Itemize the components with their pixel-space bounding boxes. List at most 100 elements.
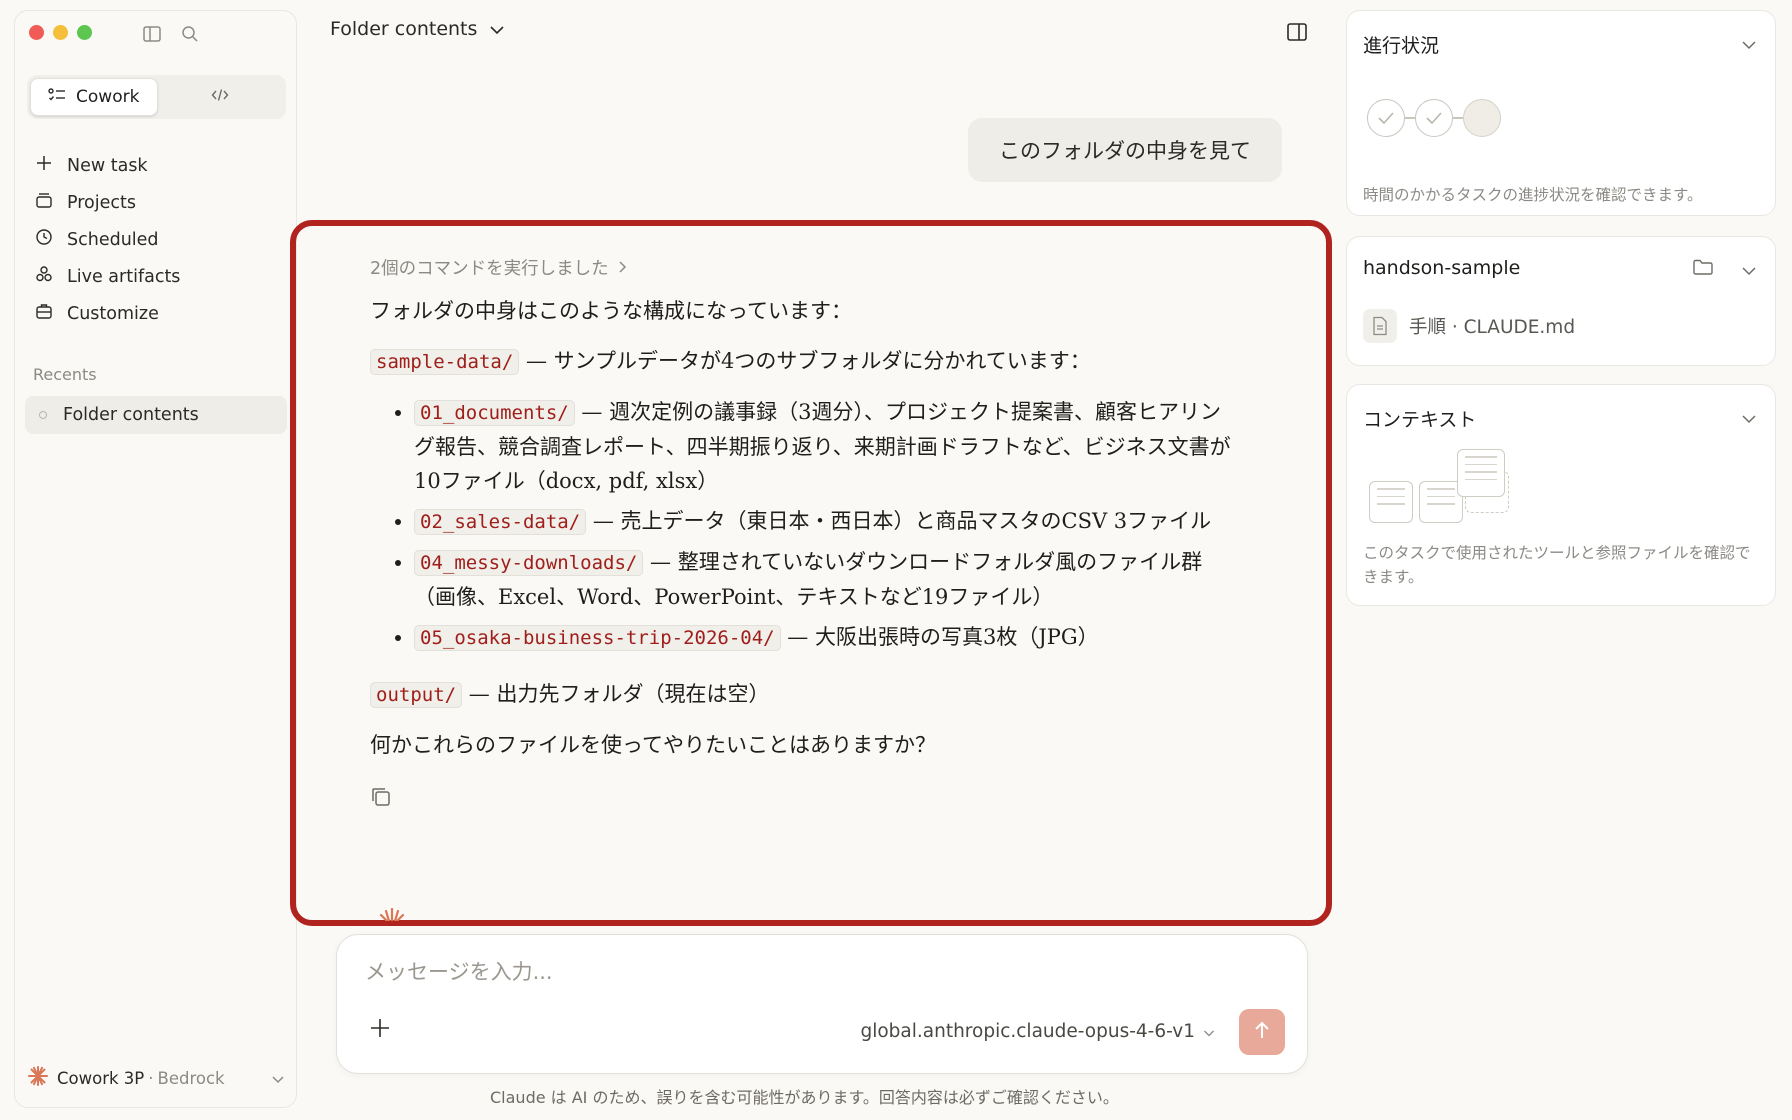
chevron-down-icon[interactable] xyxy=(1741,35,1757,54)
projects-icon xyxy=(35,191,53,214)
step-done-check-icon xyxy=(1367,99,1405,137)
subfolder-list: 01_documents/ — 週次定例の議事録（3週分）、プロジェクト提案書、… xyxy=(414,395,1238,655)
minimize-window-button[interactable] xyxy=(53,25,68,40)
intro-text: フォルダの中身はこのような構成になっています： xyxy=(370,299,852,323)
step-connector xyxy=(1405,117,1415,119)
cowork-icon xyxy=(48,87,66,107)
output-line: output/ — 出力先フォルダ（現在は空） xyxy=(370,677,1238,712)
recents-heading: Recents xyxy=(33,365,97,384)
tab-cowork[interactable]: Cowork xyxy=(30,78,158,116)
folder-icon[interactable] xyxy=(1693,259,1713,279)
file-card-icon xyxy=(1457,449,1505,497)
sample-data-line: sample-data/ — サンプルデータが4つのサブフォルダに分かれています… xyxy=(370,344,1238,379)
conversation-title-dropdown[interactable]: Folder contents xyxy=(330,18,505,40)
model-name: global.anthropic.claude-opus-4-6-v1 xyxy=(860,1021,1195,1042)
step-connector xyxy=(1453,117,1463,119)
sidebar-item-customize[interactable]: Customize xyxy=(31,295,283,332)
document-icon xyxy=(1363,309,1397,343)
context-illustration xyxy=(1369,447,1519,527)
progress-description: 時間のかかるタスクの進捗状況を確認できます。 xyxy=(1363,186,1703,204)
list-item: 01_documents/ — 週次定例の議事録（3週分）、プロジェクト提案書、… xyxy=(414,395,1238,498)
sidebar-item-label: Projects xyxy=(67,192,136,213)
account-name: Cowork 3P xyxy=(57,1068,145,1088)
list-item: 02_sales-data/ — 売上データ（東日本・西日本）と商品マスタのCS… xyxy=(414,504,1238,539)
step-done-check-icon xyxy=(1415,99,1453,137)
artifacts-icon xyxy=(35,265,53,288)
sample-data-desc: — サンプルデータが4つのサブフォルダに分かれています： xyxy=(525,349,1091,373)
step-pending-circle xyxy=(1463,99,1501,137)
message-composer: global.anthropic.claude-opus-4-6-v1 xyxy=(336,934,1308,1074)
folder-desc: — 売上データ（東日本・西日本）と商品マスタのCSV 3ファイル xyxy=(592,509,1212,533)
claude-logo-icon xyxy=(27,1065,49,1091)
sidebar-item-label: Scheduled xyxy=(67,229,159,250)
sidebar-item-label: Customize xyxy=(67,303,159,324)
chevron-down-icon[interactable] xyxy=(1741,261,1757,280)
sidebar: Cowork New task Projects Scheduled Live … xyxy=(14,10,297,1108)
send-button[interactable] xyxy=(1239,1009,1285,1055)
folder-code: 04_messy-downloads/ xyxy=(414,550,644,576)
sidebar-nav: New task Projects Scheduled Live artifac… xyxy=(31,147,283,332)
tab-code[interactable] xyxy=(158,78,284,116)
progress-title: 進行状況 xyxy=(1363,35,1440,57)
model-selector[interactable]: global.anthropic.claude-opus-4-6-v1 xyxy=(860,1021,1215,1042)
account-provider: Bedrock xyxy=(157,1068,225,1088)
add-attachment-button[interactable] xyxy=(369,1017,391,1043)
tool-card-icon xyxy=(1369,481,1413,523)
plus-icon xyxy=(369,1019,391,1043)
context-description: このタスクで使用されたツールと参照ファイルを確認できます。 xyxy=(1363,544,1751,586)
chevron-down-icon xyxy=(1203,1021,1215,1042)
page-title: Folder contents xyxy=(330,18,478,40)
progress-card: 進行状況 時間のかかるタスクの進捗状況を確認できます。 xyxy=(1346,10,1776,216)
sidebar-item-scheduled[interactable]: Scheduled xyxy=(31,221,283,258)
copy-icon[interactable] xyxy=(370,784,1238,818)
folder-code: 01_documents/ xyxy=(414,400,575,426)
list-item: 05_osaka-business-trip-2026-04/ — 大阪出張時の… xyxy=(414,620,1238,655)
disclaimer-text: Claude は AI のため、誤りを含む可能性があります。回答内容は必ずご確認… xyxy=(490,1088,1119,1107)
chevron-down-icon[interactable] xyxy=(1741,409,1757,428)
recent-item-folder-contents[interactable]: Folder contents xyxy=(25,396,287,434)
file-name: 手順 · CLAUDE.md xyxy=(1409,317,1576,338)
user-message: このフォルダの中身を見て xyxy=(968,118,1282,182)
clock-icon xyxy=(35,228,53,251)
context-card: コンテキスト このタスクで使用されたツールと参照ファイルを確認できます。 xyxy=(1346,384,1776,606)
folder-code: 05_osaka-business-trip-2026-04/ xyxy=(414,625,781,651)
list-item: 04_messy-downloads/ — 整理されていないダウンロードフォルダ… xyxy=(414,545,1238,614)
context-title: コンテキスト xyxy=(1363,409,1477,431)
sidebar-item-label: Live artifacts xyxy=(67,266,181,287)
message-input[interactable] xyxy=(365,955,1265,989)
plus-icon xyxy=(35,154,53,177)
sidebar-toggle-icon[interactable] xyxy=(141,23,163,45)
commands-toggle[interactable]: 2個のコマンドを実行しました xyxy=(370,252,1238,286)
circle-icon xyxy=(39,411,47,419)
sidebar-item-new-task[interactable]: New task xyxy=(31,147,283,184)
briefcase-icon xyxy=(35,302,53,325)
folder-code: 02_sales-data/ xyxy=(414,509,587,535)
folder-card: handson-sample 手順 · CLAUDE.md xyxy=(1346,236,1776,366)
progress-steps xyxy=(1367,99,1501,137)
folder-desc: — 大阪出張時の写真3枚（JPG） xyxy=(787,625,1099,649)
chevron-down-icon xyxy=(271,1069,285,1088)
zoom-window-button[interactable] xyxy=(77,25,92,40)
claude-spark-icon xyxy=(372,906,412,925)
sidebar-top-icons xyxy=(141,23,201,45)
output-code: output/ xyxy=(370,682,463,708)
panel-toggle-icon[interactable] xyxy=(1286,21,1308,43)
output-desc: — 出力先フォルダ（現在は空） xyxy=(468,682,770,706)
folder-title: handson-sample xyxy=(1363,257,1521,279)
window-controls xyxy=(29,25,92,40)
tab-cowork-label: Cowork xyxy=(76,87,140,107)
account-switcher[interactable]: Cowork 3P · Bedrock xyxy=(27,1065,285,1091)
file-item-claude-md[interactable]: 手順 · CLAUDE.md xyxy=(1363,309,1575,343)
recent-item-label: Folder contents xyxy=(63,405,199,425)
arrow-up-icon xyxy=(1253,1020,1271,1044)
close-window-button[interactable] xyxy=(29,25,44,40)
account-separator: · xyxy=(148,1068,154,1088)
sidebar-item-live-artifacts[interactable]: Live artifacts xyxy=(31,258,283,295)
search-icon[interactable] xyxy=(179,23,201,45)
sample-data-code: sample-data/ xyxy=(370,349,520,375)
chevron-right-icon xyxy=(617,252,627,286)
question-text: 何かこれらのファイルを使ってやりたいことはありますか？ xyxy=(370,733,936,757)
assistant-message: 2個のコマンドを実行しました フォルダの中身はこのような構成になっています： s… xyxy=(370,252,1238,818)
sidebar-item-projects[interactable]: Projects xyxy=(31,184,283,221)
commands-toggle-label: 2個のコマンドを実行しました xyxy=(370,259,609,279)
